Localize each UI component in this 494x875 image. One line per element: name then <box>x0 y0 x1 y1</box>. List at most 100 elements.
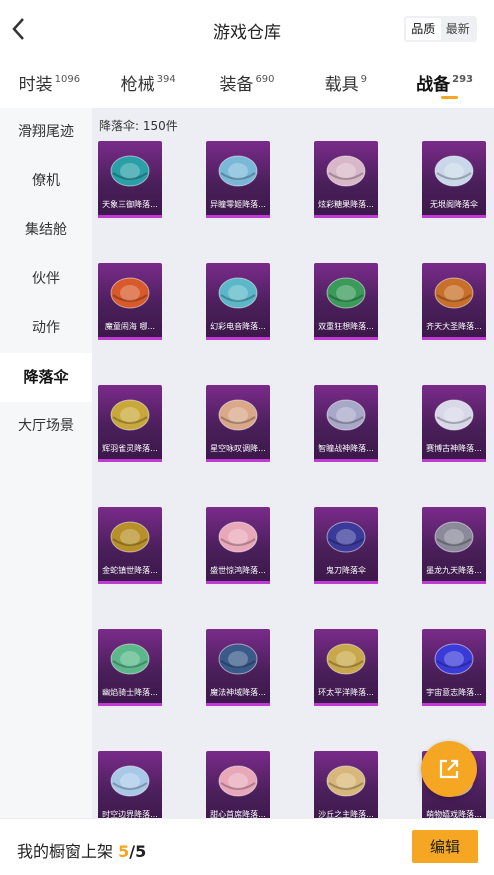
parachute-card[interactable]: 齐天大圣降落... <box>422 263 486 340</box>
parachute-card[interactable]: 异瞳零姬降落... <box>206 141 270 218</box>
parachute-icon <box>110 399 150 431</box>
rarity-bar <box>206 215 270 218</box>
category-tabs: 时装 1096 枪械 394 装备 690 载具 9 战备 293 <box>0 58 494 108</box>
parachute-card[interactable]: 星空咏叹调降... <box>206 385 270 462</box>
tab-label: 装备 <box>219 75 254 95</box>
tab-label: 载具 <box>324 75 359 95</box>
tab-active-indicator <box>440 96 458 99</box>
parachute-card[interactable]: 无垠阁降落伞 <box>422 141 486 218</box>
parachute-card[interactable]: 幻彩电音降落... <box>206 263 270 340</box>
item-name: 甜心首席降落... <box>210 810 266 818</box>
item-name: 赛博古神降落... <box>426 444 482 453</box>
parachute-card[interactable]: 宇宙意志降落... <box>422 629 486 706</box>
showcase-status: 我的橱窗上架 5/5 <box>17 838 146 862</box>
edit-button[interactable]: 编辑 <box>412 830 478 863</box>
tab-costume[interactable]: 时装 1096 <box>0 58 99 108</box>
bottom-bar: 我的橱窗上架 5/5 编辑 <box>0 818 494 875</box>
item-name: 幽焰骑士降落... <box>102 688 158 697</box>
sidebar-item-rally-pod[interactable]: 集结舱 <box>0 206 92 255</box>
parachute-icon <box>434 277 474 309</box>
parachute-card[interactable]: 双重狂想降落... <box>314 263 378 340</box>
tab-label: 枪械 <box>120 75 155 95</box>
parachute-card[interactable]: 辉羽雀灵降落... <box>98 385 162 462</box>
rarity-bar <box>206 459 270 462</box>
rarity-bar <box>422 703 486 706</box>
rarity-bar <box>422 459 486 462</box>
parachute-card[interactable]: 时空边界降落... <box>98 751 162 818</box>
tab-equipment[interactable]: 装备 690 <box>198 58 297 108</box>
sidebar-item-partner[interactable]: 伙伴 <box>0 255 92 304</box>
sidebar-item-emote[interactable]: 动作 <box>0 304 92 353</box>
item-name: 魔法神域降落... <box>210 688 266 697</box>
parachute-card[interactable]: 墨龙九天降落... <box>422 507 486 584</box>
parachute-icon <box>326 643 366 675</box>
item-name: 辉羽雀灵降落... <box>102 444 158 453</box>
item-name: 星空咏叹调降... <box>210 444 266 453</box>
parachute-card[interactable]: 智瞳战神降落... <box>314 385 378 462</box>
parachute-card[interactable]: 魔法神域降落... <box>206 629 270 706</box>
parachute-icon <box>434 399 474 431</box>
sort-quality[interactable]: 品质 <box>406 18 441 40</box>
tab-label: 战备 <box>416 75 451 95</box>
rarity-bar <box>206 703 270 706</box>
item-name: 幻彩电音降落... <box>210 322 266 331</box>
parachute-icon <box>218 155 258 187</box>
rarity-bar <box>314 215 378 218</box>
showcase-current: 5 <box>118 842 130 861</box>
rarity-bar <box>98 459 162 462</box>
item-name: 鬼刀降落伞 <box>326 566 366 575</box>
parachute-icon <box>434 521 474 553</box>
rarity-bar <box>98 581 162 584</box>
parachute-card[interactable]: 沙丘之主降落... <box>314 751 378 818</box>
tab-vehicles[interactable]: 载具 9 <box>296 58 395 108</box>
item-name: 盛世惊鸿降落... <box>210 566 266 575</box>
sidebar-item-glide-trail[interactable]: 滑翔尾迹 <box>0 108 92 157</box>
sidebar-item-parachute[interactable]: 降落伞 <box>0 353 92 402</box>
parachute-card[interactable]: 鬼刀降落伞 <box>314 507 378 584</box>
parachute-card[interactable]: 金蛇镇世降落... <box>98 507 162 584</box>
item-name: 时空边界降落... <box>102 810 158 818</box>
showcase-label: 我的橱窗上架 <box>17 842 119 861</box>
sidebar: 滑翔尾迹 僚机 集结舱 伙伴 动作 降落伞 大厅场景 <box>0 108 92 818</box>
header: 游戏仓库 品质 最新 <box>0 0 494 58</box>
item-name: 齐天大圣降落... <box>426 322 482 331</box>
parachute-card[interactable]: 炫彩糖果降落... <box>314 141 378 218</box>
parachute-icon <box>110 765 150 797</box>
share-icon <box>439 759 459 779</box>
parachute-card[interactable]: 甜心首席降落... <box>206 751 270 818</box>
rarity-bar <box>206 581 270 584</box>
item-name: 天象三御降落... <box>102 200 158 209</box>
tab-count: 293 <box>452 74 474 85</box>
parachute-icon <box>434 155 474 187</box>
parachute-icon <box>326 399 366 431</box>
tab-count: 1096 <box>54 74 81 85</box>
item-name: 双重狂想降落... <box>318 322 374 331</box>
sort-latest[interactable]: 最新 <box>441 18 476 40</box>
share-button[interactable] <box>421 741 477 797</box>
parachute-card[interactable]: 赛博古神降落... <box>422 385 486 462</box>
parachute-icon <box>218 277 258 309</box>
tab-combat-gear[interactable]: 战备 293 <box>395 58 494 108</box>
rarity-bar <box>422 337 486 340</box>
item-name: 金蛇镇世降落... <box>102 566 158 575</box>
sidebar-item-lobby-scene[interactable]: 大厅场景 <box>0 402 92 451</box>
rarity-bar <box>98 703 162 706</box>
rarity-bar <box>314 337 378 340</box>
parachute-card[interactable]: 天象三御降落... <box>98 141 162 218</box>
rarity-bar <box>314 703 378 706</box>
item-name: 萌物嬉戏降落... <box>426 810 482 818</box>
item-name: 魔童闹海 哪... <box>104 322 156 331</box>
parachute-icon <box>326 277 366 309</box>
parachute-icon <box>218 399 258 431</box>
tab-weapons[interactable]: 枪械 394 <box>99 58 198 108</box>
parachute-icon <box>218 643 258 675</box>
parachute-card[interactable]: 魔童闹海 哪... <box>98 263 162 340</box>
parachute-card[interactable]: 盛世惊鸿降落... <box>206 507 270 584</box>
rarity-bar <box>98 337 162 340</box>
rarity-bar <box>314 581 378 584</box>
parachute-icon <box>326 765 366 797</box>
parachute-card[interactable]: 幽焰骑士降落... <box>98 629 162 706</box>
sidebar-item-wingman[interactable]: 僚机 <box>0 157 92 206</box>
parachute-icon <box>218 521 258 553</box>
parachute-card[interactable]: 环太平洋降落... <box>314 629 378 706</box>
